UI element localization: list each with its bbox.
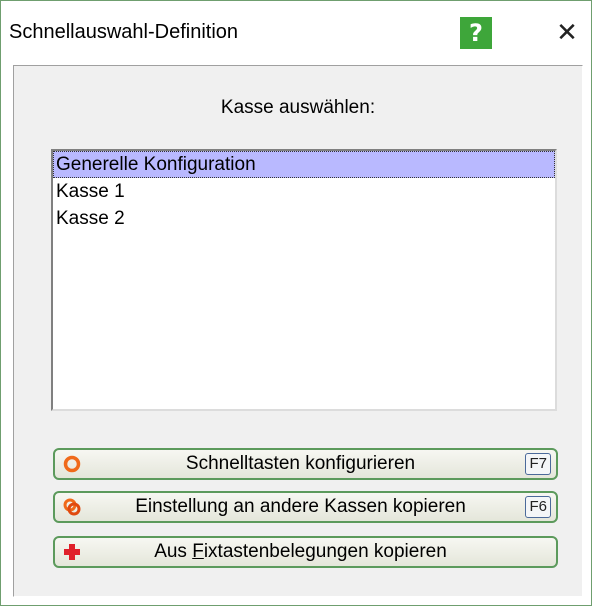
accelerator-letter: F: [192, 541, 204, 562]
shortcut-key-badge: F7: [525, 453, 551, 475]
list-item[interactable]: Kasse 2: [53, 205, 555, 232]
list-item[interactable]: Generelle Konfiguration: [53, 151, 555, 178]
list-item[interactable]: Kasse 1: [53, 178, 555, 205]
button-label: Aus Fixtastenbelegungen kopieren: [154, 541, 447, 562]
window-title: Schnellauswahl-Definition: [9, 21, 239, 43]
ring-icon: [63, 455, 81, 473]
double-ring-icon: [63, 498, 81, 516]
button-label: Einstellung an andere Kassen kopieren: [135, 496, 466, 517]
button-label: Schnelltasten konfigurieren: [185, 453, 416, 474]
help-button[interactable]: ?: [460, 17, 492, 49]
select-register-label: Kasse auswählen:: [220, 97, 376, 118]
dialog-body: Kasse auswählen: Generelle Konfiguration…: [13, 65, 583, 597]
configure-shortcuts-button[interactable]: Schnelltasten konfigurieren F7: [53, 448, 558, 480]
register-listbox[interactable]: Generelle Konfiguration Kasse 1 Kasse 2: [51, 149, 557, 411]
title-bar[interactable]: Schnellauswahl-Definition ? ✕: [1, 1, 591, 65]
copy-fixed-keys-button[interactable]: Aus Fixtastenbelegungen kopieren: [53, 536, 558, 568]
red-cross-icon: [63, 543, 81, 561]
dialog-window: Schnellauswahl-Definition ? ✕ Kasse ausw…: [0, 0, 592, 606]
close-button[interactable]: ✕: [549, 17, 585, 51]
shortcut-key-badge: F6: [525, 496, 551, 518]
copy-settings-button[interactable]: Einstellung an andere Kassen kopieren F6: [53, 491, 558, 523]
